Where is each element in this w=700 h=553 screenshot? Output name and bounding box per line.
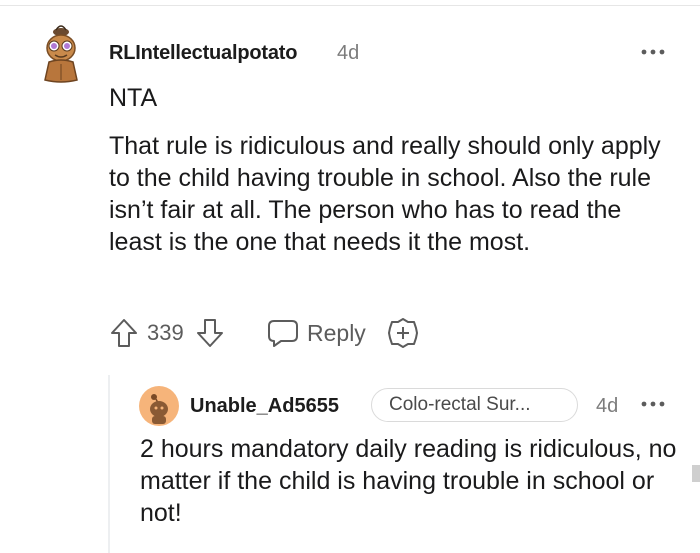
reply-author[interactable]: Unable_Ad5655 [190,394,339,418]
scrollbar-marker[interactable] [692,465,700,482]
comment-more-options-ellipsis-icon[interactable] [638,40,668,64]
comment-paragraph: That rule is ridiculous and really shoul… [109,132,661,256]
reply-timestamp[interactable]: 4d [596,394,618,418]
comment-author[interactable]: RLIntellectualpotato [109,41,297,65]
user-flair-badge[interactable]: Colo-rectal Sur... [371,388,578,422]
reply-speech-bubble-icon[interactable] [267,318,299,348]
top-divider [0,5,700,6]
reply-avatar-snoo-icon[interactable] [139,386,179,426]
upvote-arrow-up-icon[interactable] [109,317,139,349]
downvote-arrow-down-icon[interactable] [195,317,225,349]
award-plus-circle-icon[interactable] [387,317,419,349]
reply-more-options-ellipsis-icon[interactable] [638,392,668,416]
comment-paragraph: NTA [109,84,158,112]
vote-score: 339 [147,320,184,345]
user-avatar-cartoon-potato-icon[interactable] [40,24,82,84]
comment-timestamp[interactable]: 4d [337,41,359,65]
reply-button[interactable]: Reply [307,320,366,346]
thread-line[interactable] [108,375,110,553]
comment-actions: 339 Reply [109,315,529,351]
reply-body: 2 hours mandatory daily reading is ridic… [140,435,677,527]
comment-body: NTA That rule is ridiculous and really s… [109,82,669,258]
